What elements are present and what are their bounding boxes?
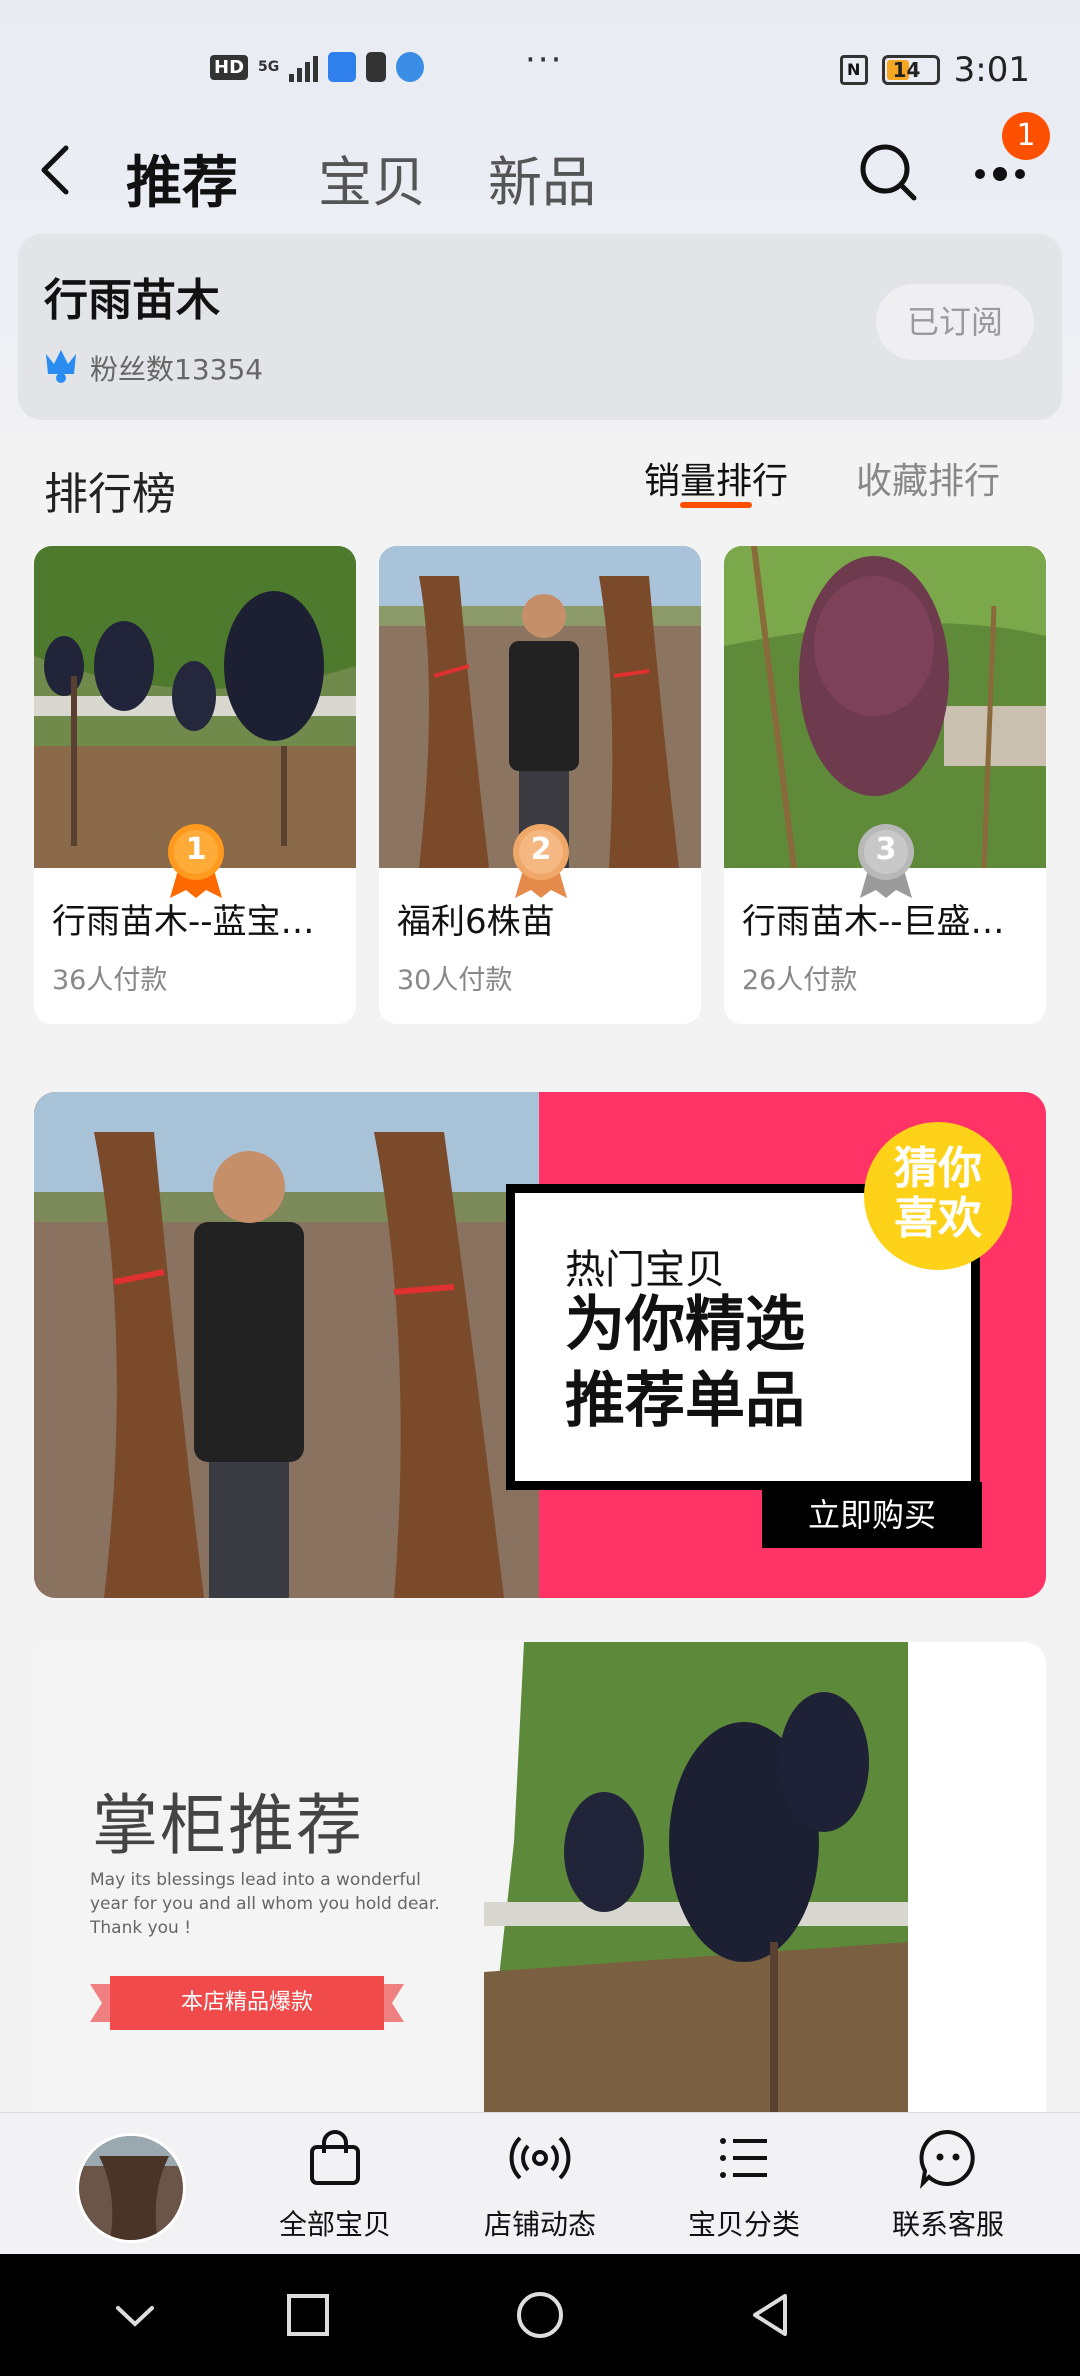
categories-label: 宝贝分类 (687, 2208, 800, 2241)
rank-number: 1 (185, 832, 207, 867)
recent-apps-icon[interactable] (283, 2290, 333, 2340)
tab-favorites-ranking[interactable]: 收藏排行 (856, 452, 1000, 504)
rank-number: 3 (875, 832, 897, 867)
guess-you-like-badge: 猜你 喜欢 (864, 1122, 1012, 1270)
product-sales: 26人付款 (742, 965, 858, 996)
ranking-title: 排行榜 (44, 469, 176, 520)
shop-name: 行雨苗木 (44, 275, 220, 326)
all-items-label: 全部宝贝 (278, 2208, 391, 2241)
guess-line-1: 猜你 (894, 1143, 982, 1194)
signal-icon (289, 52, 319, 82)
nfc-icon: N (839, 55, 868, 85)
shop-bottom-bar: 全部宝贝 店铺动态 宝贝分类 联系客服 (0, 2112, 1080, 2254)
avatar-image (79, 2136, 183, 2240)
battery-level: 14 (892, 58, 921, 82)
tab-recommend[interactable]: 推荐 (126, 138, 238, 219)
fans-count: 粉丝数13354 (90, 353, 264, 386)
hd-icon: HD (210, 54, 249, 80)
product-sales: 36人付款 (52, 965, 168, 996)
shop-feed-label: 店铺动态 (483, 2208, 596, 2241)
bag-icon (310, 2130, 360, 2185)
search-icon[interactable] (858, 142, 918, 202)
home-icon[interactable] (515, 2290, 565, 2340)
tab-sales-ranking[interactable]: 销量排行 (644, 452, 788, 504)
crown-icon (46, 350, 76, 383)
buy-now-button[interactable]: 立即购买 (762, 1482, 982, 1548)
status-left-icons: HD 5G (210, 52, 425, 82)
ranked-product-card-2[interactable]: 2 福利6株苗 30人付款 (379, 546, 701, 1024)
banner-english-text: May its blessings lead into a wonderful … (90, 1870, 440, 1938)
customer-service-label: 联系客服 (891, 2208, 1004, 2241)
hot-items-banner[interactable]: 热门宝贝 为你精选 推荐单品 立即购买 猜你 喜欢 (34, 1092, 1046, 1598)
top-nav: 推荐 宝贝 新品 1 (0, 112, 1080, 220)
collapse-chevron-icon[interactable] (110, 2290, 160, 2340)
status-bar: HD 5G ··· N 14 3:01 (0, 40, 1080, 100)
rank-number: 2 (530, 832, 552, 867)
battery-icon: 14 (881, 55, 940, 85)
banner-headline: 为你精选 推荐单品 (565, 1287, 805, 1439)
more-notifications-icon: ··· (525, 40, 564, 80)
app-notification-icon (328, 52, 357, 82)
shopkeeper-recommend-banner[interactable]: 掌柜推荐 May its blessings lead into a wonde… (34, 1642, 1046, 2112)
product-title: 行雨苗木--巨盛葡萄苗 (742, 902, 1032, 942)
banner-photo-grape-vines (484, 1642, 908, 2112)
back-triangle-icon[interactable] (745, 2290, 795, 2340)
system-navigation-bar (0, 2254, 1080, 2376)
banner-title: 掌柜推荐 (92, 1787, 364, 1864)
network-label: 5G (258, 59, 280, 75)
notification-badge: 1 (1002, 112, 1050, 160)
list-icon (720, 2138, 767, 2178)
alert-icon (366, 52, 387, 82)
all-items-button[interactable]: 全部宝贝 (250, 2127, 420, 2247)
banner-white-edge (908, 1642, 1046, 2112)
shop-info-card: 行雨苗木 粉丝数13354 已订阅 (18, 234, 1062, 420)
shop-avatar[interactable] (76, 2133, 186, 2243)
chat-face-icon (919, 2129, 975, 2189)
banner-headline-line-2: 推荐单品 (565, 1366, 805, 1436)
clock: 3:01 (953, 50, 1030, 90)
back-arrow-icon[interactable] (36, 144, 80, 196)
tab-new[interactable]: 新品 (488, 138, 596, 217)
ribbon-label: 本店精品爆款 (180, 1990, 313, 2015)
subscribed-button[interactable]: 已订阅 (876, 284, 1034, 360)
product-sales: 30人付款 (397, 965, 513, 996)
product-title: 行雨苗木--蓝宝石葡萄苗 (52, 902, 342, 942)
ranked-product-card-1[interactable]: 1 行雨苗木--蓝宝石葡萄苗 36人付款 (34, 546, 356, 1024)
guess-line-2: 喜欢 (894, 1193, 982, 1244)
tab-items[interactable]: 宝贝 (318, 138, 426, 217)
active-tab-indicator (680, 502, 752, 508)
broadcast-icon (509, 2136, 571, 2180)
ranked-product-card-3[interactable]: 3 行雨苗木--巨盛葡萄苗 26人付款 (724, 546, 1046, 1024)
product-title: 福利6株苗 (397, 902, 555, 942)
shop-feed-button[interactable]: 店铺动态 (455, 2127, 625, 2247)
status-right-icons: N 14 3:01 (839, 50, 1030, 90)
banner-headline-line-1: 为你精选 (565, 1290, 805, 1360)
customer-service-button[interactable]: 联系客服 (863, 2127, 1033, 2247)
banner-photo-farmer-seedlings (34, 1092, 539, 1598)
categories-button[interactable]: 宝贝分类 (659, 2127, 829, 2247)
browser-icon (396, 52, 425, 82)
